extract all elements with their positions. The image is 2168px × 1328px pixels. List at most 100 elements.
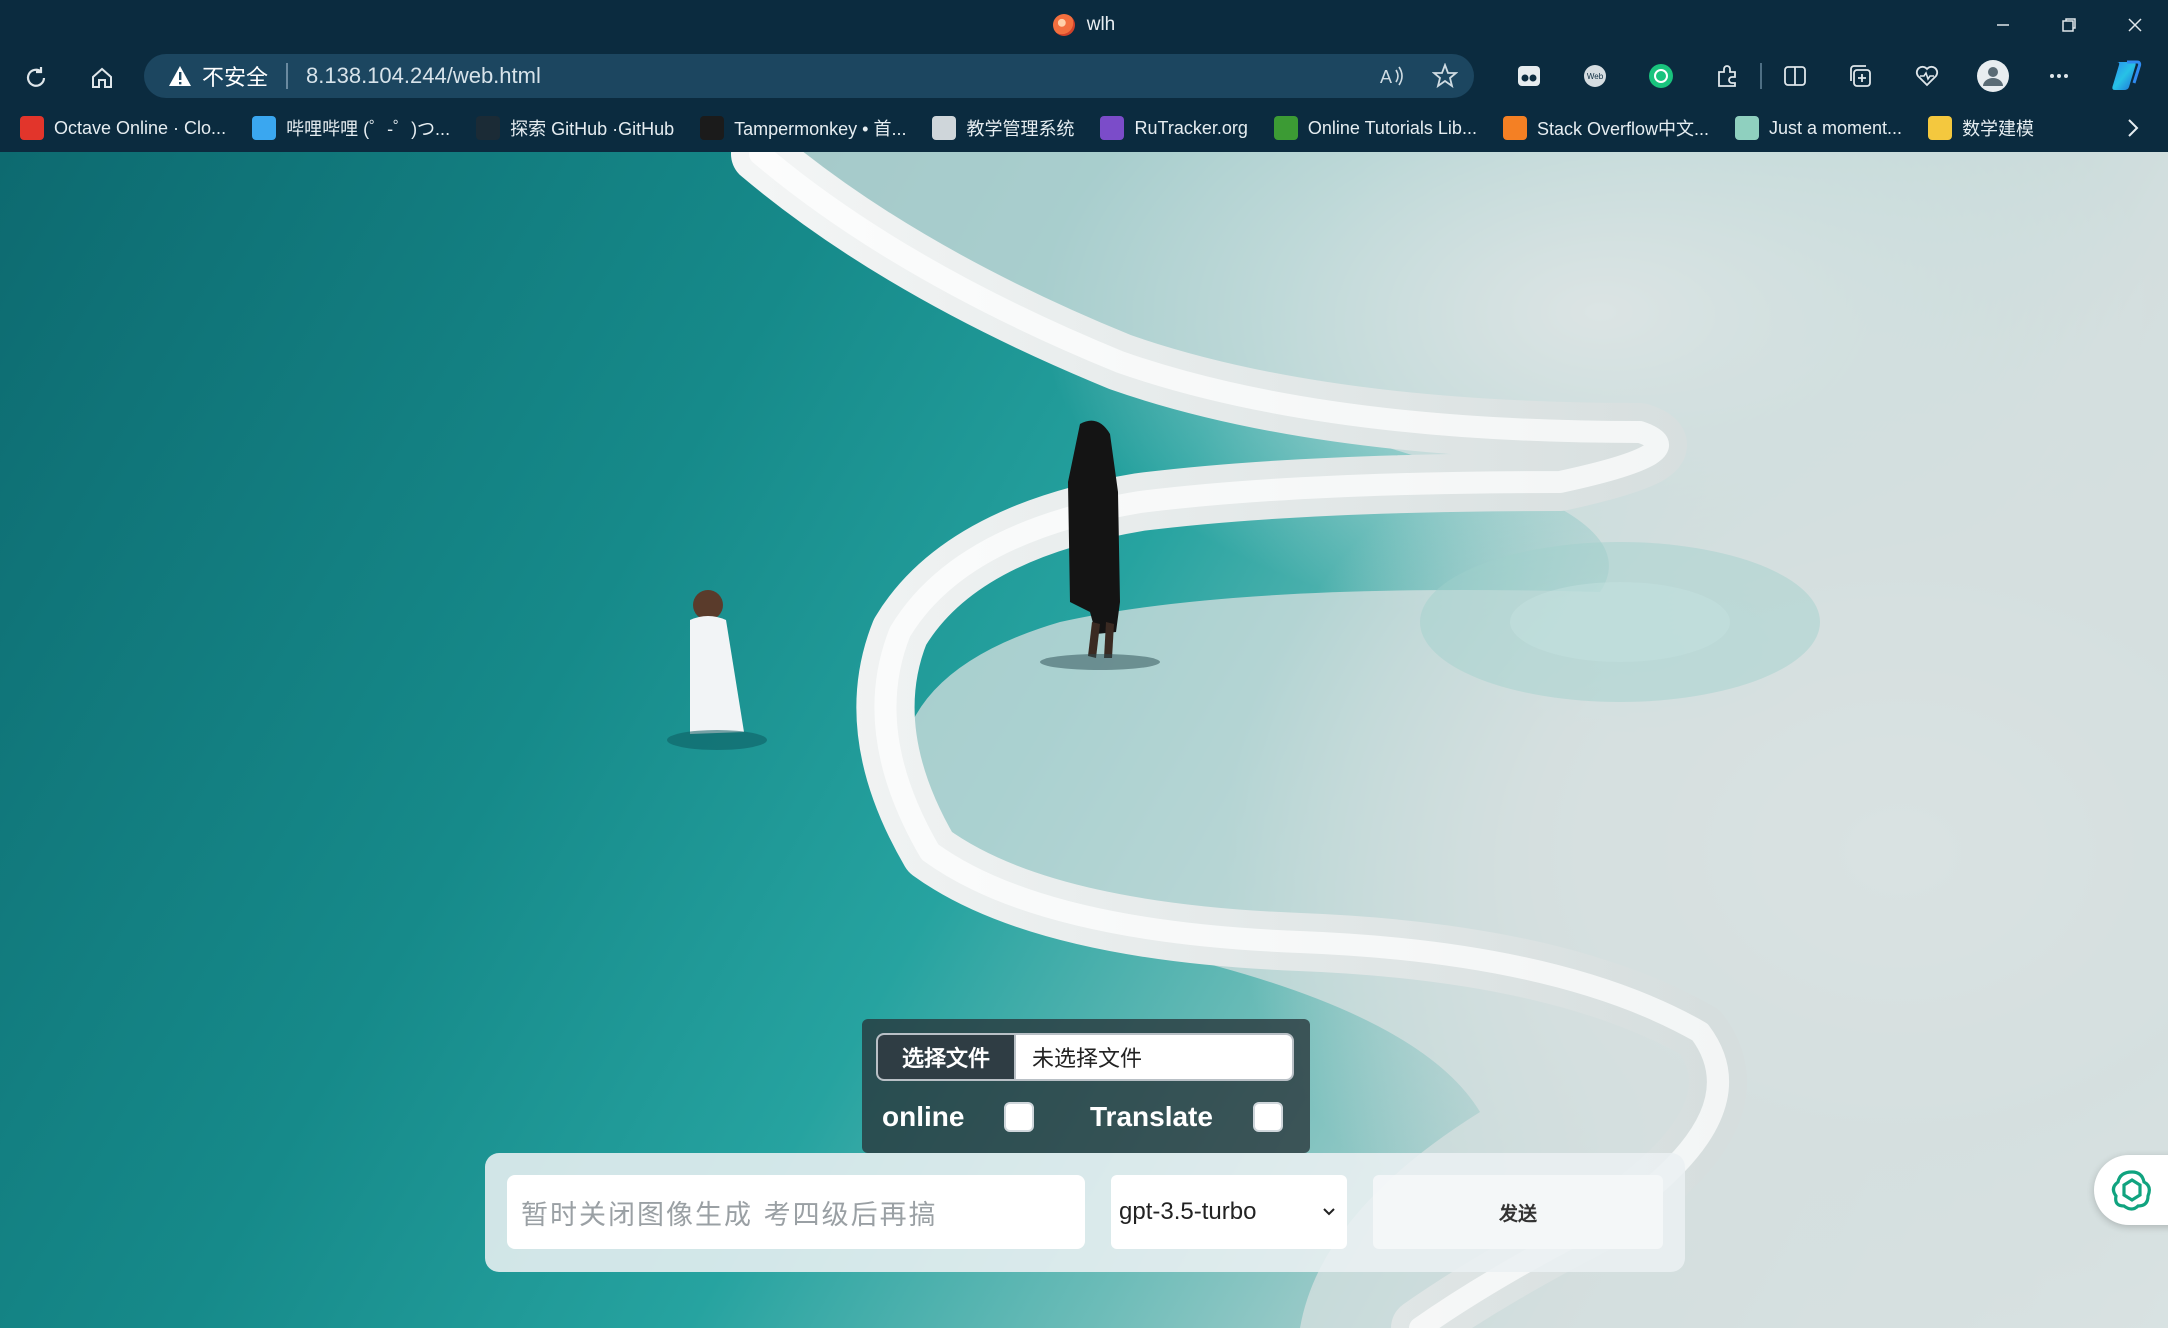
puzzle-icon bbox=[1718, 65, 1736, 87]
chevron-down-icon bbox=[1323, 1208, 1335, 1216]
bilibili-icon bbox=[252, 116, 277, 140]
folder-icon bbox=[1928, 116, 1953, 140]
svg-text:Web: Web bbox=[1587, 72, 1604, 81]
extension-web-button[interactable]: Web bbox=[1562, 54, 1628, 98]
bookmark-label: 哔哩哔哩 (゜-゜)つ... bbox=[286, 119, 451, 139]
bookmark-item[interactable]: 数学建模 bbox=[1928, 115, 2034, 141]
extensions-button[interactable] bbox=[1694, 54, 1760, 98]
window-title-group: wlh bbox=[0, 0, 2168, 50]
bookmark-item[interactable]: Online Tutorials Lib... bbox=[1273, 116, 1477, 140]
read-aloud-icon[interactable]: A bbox=[1378, 64, 1406, 88]
translate-label: Translate bbox=[1090, 1101, 1213, 1132]
collections-icon bbox=[1850, 65, 1871, 87]
url-text[interactable]: 8.138.104.244/web.html bbox=[306, 63, 541, 89]
title-bar: wlh bbox=[0, 0, 2168, 50]
settings-menu-button[interactable] bbox=[2026, 54, 2092, 98]
split-screen-icon bbox=[1784, 66, 1806, 86]
octave-icon bbox=[20, 116, 44, 140]
bookmarks-overflow-button[interactable] bbox=[2124, 104, 2142, 152]
bookmark-label: 教学管理系统 bbox=[966, 119, 1075, 139]
chat-bar: 暂时关闭图像生成 考四级后再搞 gpt-3.5-turbo 发送 bbox=[485, 1153, 1685, 1272]
address-bar[interactable]: 不安全 8.138.104.244/web.html A bbox=[144, 54, 1474, 98]
bookmark-label: RuTracker.org bbox=[1134, 117, 1248, 138]
extension-chatgpt-button[interactable] bbox=[1628, 54, 1694, 98]
tampermonkey-icon bbox=[700, 116, 725, 140]
address-bar-actions: A bbox=[1378, 54, 1458, 98]
refresh-button[interactable] bbox=[14, 56, 58, 100]
tutorials-icon bbox=[1273, 116, 1298, 140]
extension-reader-button[interactable] bbox=[1496, 54, 1562, 98]
reader-extension-icon bbox=[1518, 66, 1540, 86]
openai-icon bbox=[1735, 116, 1759, 140]
bookmark-item[interactable]: 探索 GitHub ·GitHub bbox=[476, 115, 674, 141]
bookmark-item[interactable]: RuTracker.org bbox=[1100, 116, 1248, 140]
chatgpt-extension-icon bbox=[1649, 64, 1673, 88]
model-select[interactable]: gpt-3.5-turbo bbox=[1111, 1175, 1347, 1249]
online-label: online bbox=[882, 1101, 965, 1132]
assistant-floating-button[interactable] bbox=[2094, 1155, 2168, 1225]
web-extension-icon: Web bbox=[1584, 65, 1606, 87]
bookmark-item[interactable]: Octave Online · Clo... bbox=[20, 116, 226, 140]
window-title: wlh bbox=[1086, 14, 1116, 35]
extensions-row: Web bbox=[1496, 54, 2158, 98]
github-icon bbox=[476, 116, 501, 140]
bookmark-label: 探索 GitHub ·GitHub bbox=[510, 119, 675, 139]
openai-logo-icon bbox=[2111, 1170, 2151, 1211]
send-button[interactable]: 发送 bbox=[1373, 1175, 1663, 1249]
choose-file-button[interactable]: 选择文件 bbox=[878, 1035, 1017, 1079]
bookmark-label: Online Tutorials Lib... bbox=[1307, 117, 1477, 138]
upload-panel: 选择文件 未选择文件 online Translate bbox=[862, 1019, 1310, 1153]
stackoverflow-icon bbox=[1502, 116, 1527, 140]
warning-icon bbox=[169, 66, 191, 86]
close-icon bbox=[2128, 18, 2142, 32]
refresh-icon bbox=[26, 67, 46, 87]
bookmark-label: Octave Online · Clo... bbox=[54, 117, 227, 138]
security-indicator[interactable]: 不安全 bbox=[168, 60, 268, 92]
profile-button[interactable] bbox=[1960, 54, 2026, 98]
copilot-icon bbox=[2112, 60, 2142, 90]
home-button[interactable] bbox=[80, 56, 124, 100]
bookmark-label: Tampermonkey • 首... bbox=[734, 119, 907, 139]
site-favicon-icon bbox=[1052, 14, 1075, 36]
collections-button[interactable] bbox=[1828, 54, 1894, 98]
heart-pulse-icon bbox=[1915, 65, 1939, 87]
copilot-button[interactable] bbox=[2092, 54, 2158, 98]
chevron-right-icon bbox=[2128, 119, 2139, 137]
bookmark-label: Stack Overflow中文... bbox=[1536, 119, 1709, 139]
home-icon bbox=[92, 67, 112, 88]
bookmark-item[interactable]: Just a moment... bbox=[1735, 116, 1902, 140]
bookmark-label: Just a moment... bbox=[1769, 117, 1903, 138]
bank-icon bbox=[932, 116, 957, 140]
file-input[interactable]: 选择文件 未选择文件 bbox=[876, 1033, 1294, 1081]
restore-button[interactable] bbox=[2036, 0, 2102, 50]
bookmark-item[interactable]: Tampermonkey • 首... bbox=[700, 115, 906, 141]
profile-avatar-icon bbox=[1977, 60, 2009, 92]
translate-option: Translate bbox=[1090, 1101, 1283, 1133]
minimize-icon bbox=[1997, 24, 2009, 26]
page-viewport: 选择文件 未选择文件 online Translate 暂时关闭图像生成 考四级… bbox=[0, 152, 2168, 1328]
bookmarks-bar: Octave Online · Clo... 哔哩哔哩 (゜-゜)つ... 探索 G… bbox=[0, 104, 2168, 152]
minimize-button[interactable] bbox=[1970, 0, 2036, 50]
security-label: 不安全 bbox=[202, 65, 269, 90]
more-options-icon bbox=[2050, 74, 2068, 78]
favorite-star-icon[interactable] bbox=[1432, 63, 1458, 89]
translate-checkbox[interactable] bbox=[1252, 1102, 1283, 1132]
bookmark-label: 数学建模 bbox=[1962, 119, 2035, 139]
online-checkbox[interactable] bbox=[1004, 1102, 1035, 1132]
man-in-water-figure bbox=[667, 590, 767, 750]
restore-icon bbox=[2062, 18, 2076, 32]
bookmark-item[interactable]: 哔哩哔哩 (゜-゜)つ... bbox=[252, 115, 450, 141]
window-controls bbox=[1970, 0, 2168, 50]
close-button[interactable] bbox=[2102, 0, 2168, 50]
svg-text:A: A bbox=[1380, 67, 1392, 87]
address-separator bbox=[286, 63, 289, 89]
prompt-input[interactable]: 暂时关闭图像生成 考四级后再搞 bbox=[507, 1175, 1085, 1249]
file-status-text: 未选择文件 bbox=[1032, 1046, 1143, 1071]
model-selected-value: gpt-3.5-turbo bbox=[1119, 1198, 1257, 1225]
online-option: online bbox=[882, 1101, 1035, 1133]
bookmark-item[interactable]: 教学管理系统 bbox=[932, 115, 1074, 141]
bookmark-item[interactable]: Stack Overflow中文... bbox=[1502, 115, 1709, 141]
split-screen-button[interactable] bbox=[1762, 54, 1828, 98]
browser-toolbar: 不安全 8.138.104.244/web.html A Web bbox=[0, 50, 2168, 104]
browser-essentials-button[interactable] bbox=[1894, 54, 1960, 98]
